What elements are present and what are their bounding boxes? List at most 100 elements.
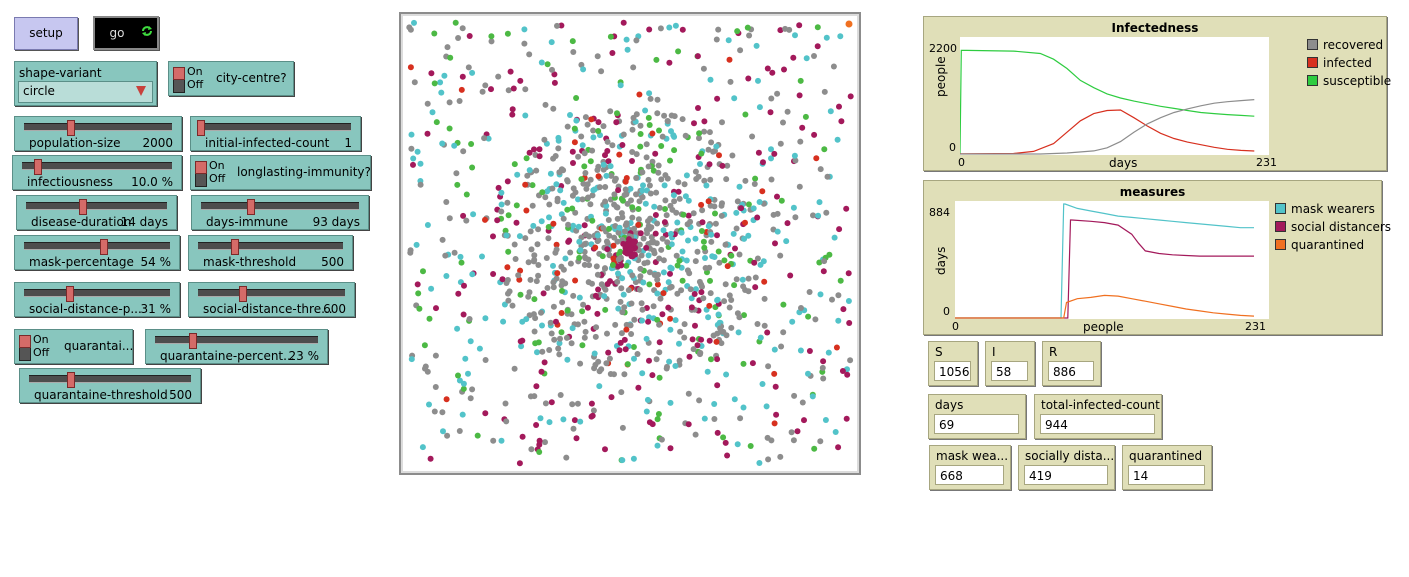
monitor-label: socially dista... <box>1025 449 1115 463</box>
agent-dot <box>604 240 611 246</box>
agent-dot <box>637 230 644 237</box>
y-max-label: 884 <box>929 206 950 219</box>
slider-track[interactable] <box>24 239 170 255</box>
agent-dot <box>619 275 626 282</box>
slider-track[interactable] <box>155 333 318 349</box>
agent-dot <box>837 33 844 40</box>
x-min-label: 0 <box>958 156 965 169</box>
quarantine-threshold-slider[interactable]: quarantaine-threshold 500 <box>19 368 201 403</box>
agent-dot <box>650 303 657 310</box>
quarantine-switch[interactable]: On Off quarantai... <box>14 329 133 364</box>
slider-knob[interactable] <box>66 286 75 302</box>
agent-dot <box>519 433 526 440</box>
disease-duration-slider[interactable]: disease-duration 14 days <box>16 195 177 230</box>
agent-dot <box>549 66 555 73</box>
agent-dot <box>465 370 471 377</box>
agent-dot <box>602 210 609 217</box>
agent-dot <box>505 297 512 304</box>
agent-dot <box>672 317 679 324</box>
city-centre-switch[interactable]: On Off city-centre? <box>168 61 294 96</box>
agent-dot <box>646 182 653 189</box>
mask-threshold-slider[interactable]: mask-threshold 500 <box>188 235 353 270</box>
days-immune-slider[interactable]: days-immune 93 days <box>191 195 369 230</box>
agent-dot <box>774 193 780 200</box>
slider-knob[interactable] <box>79 199 88 215</box>
agent-dot <box>573 95 580 101</box>
slider-track[interactable] <box>197 120 351 136</box>
initial-infected-count-slider[interactable]: initial-infected-count 1 <box>190 116 361 151</box>
longlasting-immunity-switch[interactable]: On Off longlasting-immunity? <box>190 155 371 190</box>
agent-dot <box>595 173 602 180</box>
slider-track[interactable] <box>24 286 170 302</box>
agent-dot <box>634 351 641 357</box>
agent-dot <box>623 36 630 43</box>
slider-knob[interactable] <box>197 120 205 136</box>
go-button[interactable]: go <box>93 16 159 50</box>
slider-knob[interactable] <box>66 120 75 136</box>
slider-track[interactable] <box>26 199 167 215</box>
agent-dot <box>612 321 619 328</box>
slider-knob[interactable] <box>66 372 75 388</box>
quarantine-percentage-slider[interactable]: quarantaine-percent... 23 % <box>145 329 328 364</box>
agent-dot <box>531 328 538 335</box>
agent-dot <box>845 20 853 28</box>
slider-knob[interactable] <box>189 333 198 349</box>
slider-track[interactable] <box>22 159 172 175</box>
world-view[interactable] <box>399 12 861 475</box>
slider-label: quarantaine-threshold <box>34 388 168 402</box>
toggle-knob[interactable] <box>173 67 185 80</box>
agent-dot <box>584 304 591 311</box>
toggle-knob[interactable] <box>195 161 207 174</box>
agent-dot <box>771 150 778 157</box>
agent-dot <box>577 247 584 254</box>
chooser-select[interactable]: circle <box>18 81 153 103</box>
agent-dot <box>460 311 467 318</box>
agent-dot <box>503 232 510 239</box>
slider-track[interactable] <box>29 372 191 388</box>
toggle-track[interactable] <box>195 161 207 187</box>
agent-dot <box>660 269 667 276</box>
agent-dot <box>715 26 722 33</box>
agent-dot <box>534 349 540 356</box>
agent-dot <box>568 340 575 347</box>
agent-dot <box>839 368 846 374</box>
slider-knob[interactable] <box>246 199 255 215</box>
toggle-knob[interactable] <box>19 335 31 348</box>
slider-knob[interactable] <box>34 159 42 175</box>
agent-dot <box>604 138 611 145</box>
legend-social-distancers: social distancers <box>1275 220 1391 234</box>
agent-dot <box>802 113 809 120</box>
setup-button[interactable]: setup <box>14 17 78 50</box>
agent-dot <box>624 361 631 368</box>
agent-dot <box>533 278 540 285</box>
slider-track[interactable] <box>198 239 343 255</box>
social-distance-threshold-slider[interactable]: social-distance-thre... 600 <box>188 282 355 317</box>
agent-dot <box>811 131 818 138</box>
toggle-track[interactable] <box>173 67 185 93</box>
agent-dot <box>559 278 566 285</box>
agent-dot <box>679 116 686 123</box>
monitor-value: 419 <box>1024 465 1108 485</box>
slider-knob[interactable] <box>231 239 240 255</box>
agent-dot <box>719 162 726 169</box>
slider-knob[interactable] <box>99 239 108 255</box>
slider-track[interactable] <box>201 199 359 215</box>
agent-dot <box>803 55 810 62</box>
agent-dot <box>697 161 703 167</box>
agent-dot <box>692 431 699 438</box>
agent-dot <box>629 272 636 279</box>
monitor-value: 944 <box>1040 414 1155 434</box>
toggle-track[interactable] <box>19 335 31 361</box>
social-distance-percentage-slider[interactable]: social-distance-p... 31 % <box>14 282 180 317</box>
series-line-mask-wearers <box>955 203 1254 319</box>
agent-dot <box>740 360 747 367</box>
agent-dot <box>833 344 840 351</box>
infectiousness-slider[interactable]: infectiousness 10.0 % <box>12 155 182 190</box>
agent-dot <box>689 336 696 343</box>
slider-knob[interactable] <box>239 286 248 302</box>
slider-track[interactable] <box>24 120 172 136</box>
slider-track[interactable] <box>198 286 345 302</box>
mask-percentage-slider[interactable]: mask-percentage 54 % <box>14 235 180 270</box>
population-size-slider[interactable]: population-size 2000 <box>14 116 182 151</box>
shape-variant-chooser[interactable]: shape-variant circle <box>14 61 157 106</box>
